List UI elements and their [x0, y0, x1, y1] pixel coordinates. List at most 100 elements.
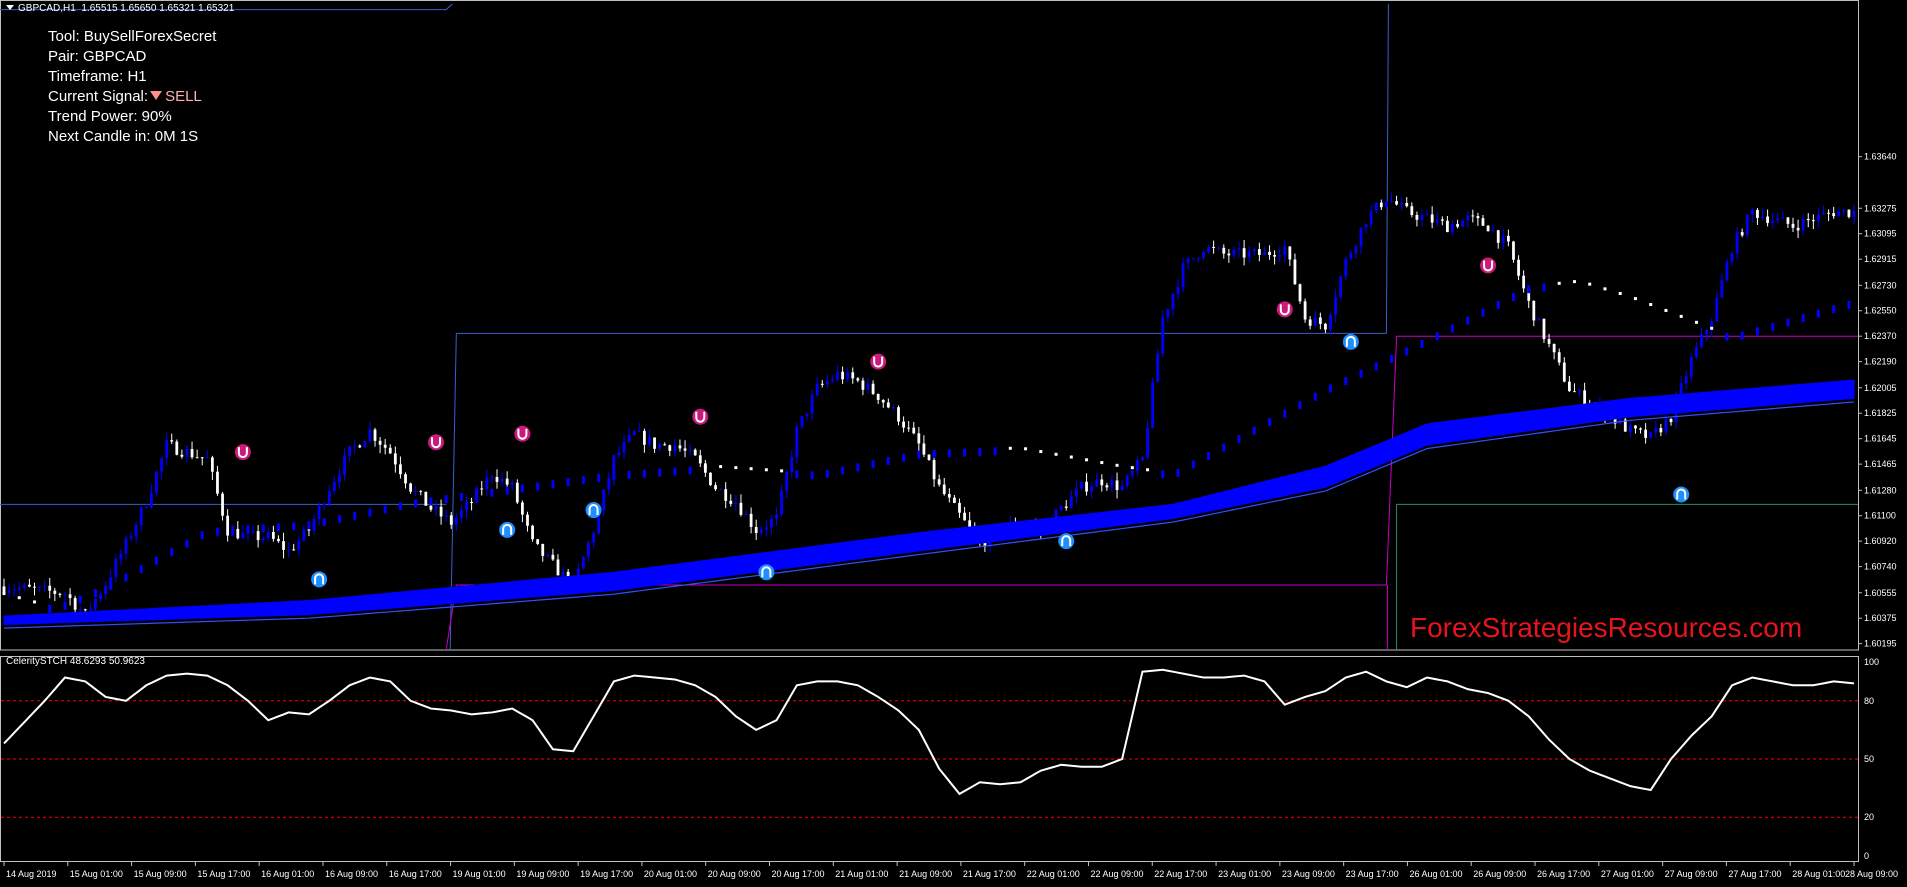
- trend-dot: [1755, 327, 1759, 336]
- candle-bull: [775, 514, 778, 520]
- candle-bull: [1069, 496, 1073, 508]
- trend-dot: [1633, 297, 1637, 301]
- trend-dot: [825, 469, 829, 478]
- candle-bear: [271, 531, 275, 539]
- trend-dot: [993, 447, 997, 456]
- trend-dot: [1191, 460, 1195, 469]
- candle-bear: [968, 520, 972, 528]
- candle-bear: [68, 594, 72, 599]
- price-tick-label: 1.60920: [1864, 536, 1897, 546]
- trend-dot: [673, 467, 677, 476]
- candle-bull: [632, 430, 636, 435]
- candle-bull: [866, 383, 870, 390]
- ohlc-values: 1.65515 1.65650 1.65321 1.65321: [81, 3, 235, 14]
- trend-dot: [1039, 450, 1043, 454]
- candle-bull: [12, 589, 16, 591]
- candle-bear: [216, 471, 219, 494]
- candle-bull: [592, 533, 595, 543]
- info-signal: Current Signal: SELL: [48, 88, 202, 105]
- trend-dot: [444, 495, 448, 504]
- time-tick-label: 20 Aug 09:00: [708, 869, 761, 879]
- candle-bull: [1852, 210, 1856, 217]
- candle-bear: [1379, 202, 1383, 208]
- trend-dot: [1786, 318, 1790, 327]
- candle-bull: [1313, 317, 1317, 326]
- candle-bull: [1700, 334, 1703, 348]
- candle-bear: [210, 457, 214, 472]
- candle-bear: [424, 491, 428, 506]
- candle-bear: [902, 421, 905, 428]
- time-tick-label: 20 Aug 17:00: [772, 869, 825, 879]
- candle-bull: [1359, 227, 1363, 247]
- candle-bull: [1283, 246, 1287, 256]
- candle-bull: [1349, 253, 1353, 259]
- trend-dot: [368, 508, 372, 517]
- price-tick-label: 1.60740: [1864, 562, 1897, 572]
- oscillator-tick-label: 50: [1864, 754, 1874, 764]
- sell-signal-icon: [150, 91, 163, 100]
- candle-bull: [764, 527, 768, 530]
- candle-bear: [1446, 220, 1449, 233]
- candle-bull: [302, 529, 306, 541]
- candle-bull: [165, 440, 169, 458]
- candle-bear: [683, 448, 687, 451]
- price-tick-label: 1.61280: [1864, 485, 1897, 495]
- candle-bull: [63, 594, 67, 596]
- candle-bull: [1689, 357, 1693, 377]
- price-tick-label: 1.62550: [1864, 306, 1897, 316]
- candle-bull: [241, 532, 245, 539]
- candle-bull: [465, 501, 468, 511]
- candle-bull: [800, 416, 804, 427]
- trend-dot: [459, 493, 463, 502]
- trend-dot: [1816, 309, 1820, 318]
- candle-bear: [515, 482, 519, 503]
- candle-bull: [1202, 251, 1205, 258]
- candle-bull: [1461, 220, 1465, 227]
- trend-dot: [1466, 316, 1470, 325]
- candle-bear: [175, 441, 179, 455]
- candle-bear: [277, 538, 280, 542]
- candle-bear: [922, 443, 926, 455]
- candle-bear: [1257, 249, 1261, 255]
- trend-dot: [353, 511, 357, 520]
- candle-bear: [714, 485, 717, 490]
- trend-dot: [978, 448, 982, 457]
- trend-dot: [337, 514, 341, 523]
- candle-bear: [1786, 217, 1790, 224]
- trend-dot: [124, 573, 128, 582]
- trend-dot: [1008, 446, 1012, 450]
- candle-bull: [348, 446, 351, 456]
- candle-bear: [1512, 241, 1515, 260]
- candle-bear: [541, 543, 545, 556]
- candle-bear: [1567, 381, 1571, 392]
- dropdown-triangle-icon[interactable]: [6, 5, 14, 10]
- trend-dot: [2, 591, 6, 595]
- candle-bear: [1547, 339, 1551, 344]
- candle-bull: [815, 383, 819, 396]
- trend-dot: [841, 466, 845, 475]
- candle-bull: [1074, 488, 1078, 497]
- candle-bear: [912, 427, 916, 434]
- candle-bear: [1796, 227, 1800, 231]
- candle-bear: [653, 437, 656, 449]
- candle-bull: [338, 475, 341, 482]
- candle-bear: [754, 526, 758, 534]
- trend-dot: [871, 460, 875, 469]
- candle-bull: [1263, 251, 1266, 255]
- trend-dot: [475, 490, 479, 499]
- price-tick-label: 1.60375: [1864, 613, 1897, 623]
- candle-bull: [1720, 280, 1724, 298]
- candle-bear: [1496, 230, 1500, 243]
- candle-bull: [1110, 480, 1114, 488]
- trend-dot: [322, 518, 326, 527]
- candle-bear: [1832, 213, 1836, 217]
- candle-bear: [1268, 251, 1271, 256]
- candle-bull: [1730, 253, 1734, 262]
- candle-bull: [1822, 212, 1825, 215]
- candle-bull: [1451, 223, 1454, 233]
- candle-bear: [1542, 318, 1546, 340]
- candle-bear: [195, 457, 199, 459]
- candle-bear: [170, 440, 174, 442]
- candle-bear: [1105, 485, 1109, 488]
- candle-bull: [1842, 209, 1846, 212]
